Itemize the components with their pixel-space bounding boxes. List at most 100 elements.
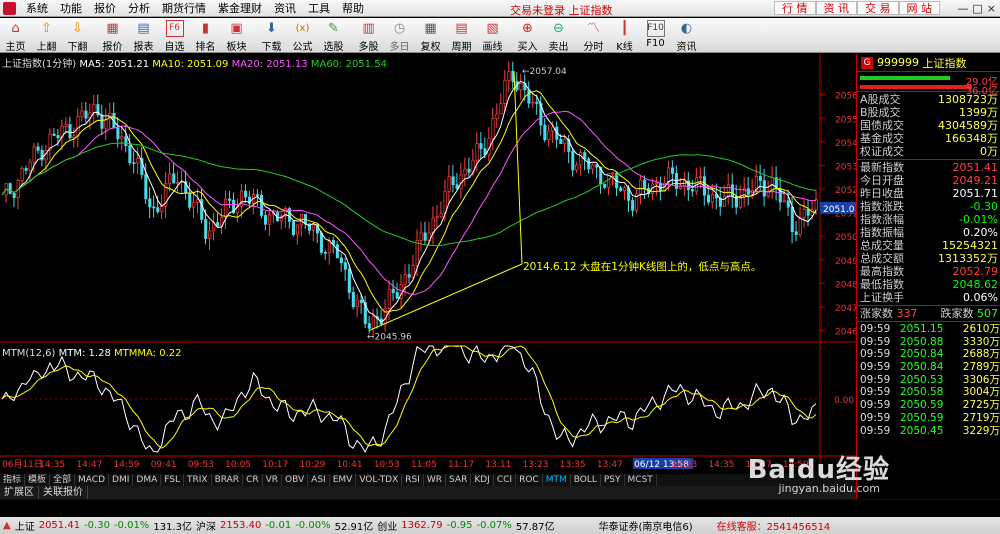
close-icon[interactable]: × <box>987 2 996 15</box>
time-axis-label: 10:53 <box>374 460 400 470</box>
indicator-tab[interactable]: ASI <box>308 474 330 486</box>
candle-body <box>387 288 391 309</box>
panel-row: 最低指数 2048.62 <box>860 278 998 291</box>
indicator-tab[interactable]: MTM <box>543 474 571 486</box>
candle-body <box>244 190 248 198</box>
minimize-icon[interactable]: — <box>957 2 968 15</box>
report-button[interactable]: ▤ 报表 <box>128 18 159 53</box>
indicator-tab[interactable]: SAR <box>446 474 472 486</box>
indicator-tab[interactable]: BRAR <box>212 474 244 486</box>
candle-body <box>216 222 220 227</box>
multi-stock-button[interactable]: ▥ 多股 <box>353 18 384 53</box>
low-label: ←2045.96 <box>367 333 412 343</box>
candle-body <box>148 198 152 208</box>
menu-system[interactable]: 系统 <box>20 0 54 16</box>
indicator-tab[interactable]: VOL-TDX <box>356 474 403 486</box>
multi-stock-icon: ▥ <box>362 21 375 36</box>
menu-quote[interactable]: 报价 <box>88 0 122 16</box>
page-up-button[interactable]: ⇧ 上翻 <box>31 18 62 53</box>
indicator-tabs: 指标 模板 全部 MACD DMI DMA FSL TRIX BRAR CR VR OBV ASI EMV… <box>0 474 856 486</box>
up-count: 337 <box>896 307 918 320</box>
formula-button[interactable]: (x) 公式 <box>287 18 318 53</box>
candle-body <box>267 213 272 225</box>
download-button[interactable]: ⬇ 下载 <box>256 18 287 53</box>
candle-body <box>371 316 375 329</box>
f10-button[interactable]: F10 F10 <box>640 18 671 53</box>
home-button[interactable]: ⌂ 主页 <box>0 18 31 53</box>
time-axis-label: 10:29 <box>299 460 325 470</box>
status-bar: ▲ 上证 2051.41 -0.30 -0.01% 131.3亿 沪深 2153… <box>0 517 1000 534</box>
indicator-tab[interactable]: CR <box>243 474 263 486</box>
tab-related-quote[interactable]: 关联报价 <box>39 486 88 499</box>
candle-body <box>531 101 535 104</box>
indicator-tab[interactable]: DMI <box>109 474 134 486</box>
online-service-link[interactable]: 在线客服：2541456514 <box>717 518 831 533</box>
sector-button[interactable]: ▣ 板块 <box>221 18 252 53</box>
mode-trade-button[interactable]: 交 易 <box>857 1 899 15</box>
quote-button[interactable]: ▦ 报价 <box>97 18 128 53</box>
menu-help[interactable]: 帮助 <box>336 0 370 16</box>
app-logo-icon <box>3 1 16 15</box>
multi-day-button[interactable]: ◷ 多日 <box>384 18 415 53</box>
time-axis-label: 11:17 <box>448 460 474 470</box>
buy-button[interactable]: ⊕ 买入 <box>512 18 543 53</box>
candle-body <box>639 179 643 195</box>
rank-button[interactable]: ▮ 排名 <box>190 18 221 53</box>
indicator-tab[interactable]: 全部 <box>50 474 76 486</box>
indicator-tab[interactable]: TRIX <box>184 474 212 486</box>
indicator-tab[interactable]: 模板 <box>25 474 51 486</box>
indicator-tab[interactable]: ROC <box>516 474 543 486</box>
menu-analysis[interactable]: 分析 <box>122 0 156 16</box>
menu-news[interactable]: 资讯 <box>268 0 302 16</box>
candle-body <box>603 183 607 188</box>
tick-row: 09:59 2050.45 3229万 <box>860 424 1000 437</box>
mode-buttons: 行 情 资 讯 交 易 网 站 <box>774 1 940 15</box>
period-button[interactable]: ▤ 周期 <box>446 18 477 53</box>
menu-function[interactable]: 功能 <box>54 0 88 16</box>
mtm-line <box>1 344 817 454</box>
menu-tools[interactable]: 工具 <box>302 0 336 16</box>
candle-body <box>798 216 802 235</box>
indicator-tab[interactable]: FSL <box>161 474 184 486</box>
indicator-tab[interactable]: EMV <box>330 474 357 486</box>
tab-extension[interactable]: 扩展区 <box>0 486 39 499</box>
indicator-tab[interactable]: DMA <box>133 474 162 486</box>
timeshare-button[interactable]: 〽分时 <box>578 18 609 53</box>
indicator-tab[interactable]: WR <box>424 474 447 486</box>
restore-right-button[interactable]: ▦ 复权 <box>415 18 446 53</box>
indicator-tab[interactable]: CCI <box>494 474 517 486</box>
candle-body <box>738 196 742 208</box>
maximize-icon[interactable]: □ <box>972 2 982 15</box>
menu-futures[interactable]: 期货行情 <box>156 0 212 16</box>
mode-quote-button[interactable]: 行 情 <box>774 1 816 15</box>
indicator-tab[interactable]: BOLL <box>571 474 601 486</box>
candle-body <box>591 164 595 170</box>
draw-line-button[interactable]: ▧ 画线 <box>477 18 508 53</box>
menu-wealth[interactable]: 紫金理财 <box>212 0 268 16</box>
candle-body <box>343 262 347 270</box>
kline-chart[interactable]: 2056205520542053205220512050204920482047… <box>0 54 856 474</box>
panel-row: 昨日收盘 2051.71 <box>860 187 998 200</box>
mode-news-button[interactable]: 资 讯 <box>815 1 857 15</box>
indicator-tab[interactable]: 指标 <box>0 474 26 486</box>
chart-area[interactable]: 2056 2055 2054 2053 2052 2051 2050 2049 2048 2047… <box>0 54 856 474</box>
indicator-tab[interactable]: MCST <box>625 474 657 486</box>
main-legend: 上证指数(1分钟) MA5: 2051.21 MA10: 2051.09 MA2… <box>2 55 387 70</box>
page-down-button[interactable]: ⇩ 下翻 <box>62 18 93 53</box>
pick-stock-button[interactable]: ✎ 选股 <box>318 18 349 53</box>
candle-body <box>722 195 726 207</box>
mode-web-button[interactable]: 网 站 <box>898 1 940 15</box>
indicator-tab[interactable]: PSY <box>601 474 625 486</box>
indicator-tab[interactable]: KDJ <box>471 474 494 486</box>
indicator-tab[interactable]: OBV <box>282 474 309 486</box>
indicator-tab[interactable]: MACD <box>75 474 110 486</box>
kline-button[interactable]: ┃ K线 <box>609 18 640 53</box>
indicator-tab[interactable]: VR <box>263 474 283 486</box>
indicator-tab[interactable]: RSI <box>402 474 424 486</box>
watchlist-button[interactable]: F6 自选 <box>159 18 190 53</box>
sell-button[interactable]: ⊖ 卖出 <box>543 18 574 53</box>
candle-body <box>563 138 567 144</box>
candle-body <box>782 200 786 203</box>
info-button[interactable]: ◐ 资讯 <box>671 18 702 53</box>
panel-group-trade: A股成交 1308723万 B股成交 1399万 国债成交 4304589万 基金成交 166… <box>857 92 1000 160</box>
